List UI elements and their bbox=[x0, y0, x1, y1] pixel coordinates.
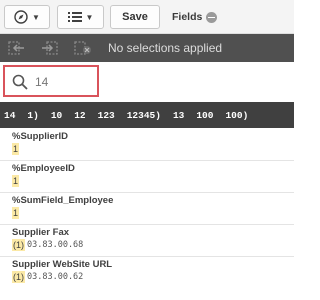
match-highlight: 1 bbox=[12, 207, 20, 219]
search-icon bbox=[12, 74, 28, 90]
search-area bbox=[0, 62, 294, 102]
search-term[interactable]: 100 bbox=[196, 110, 213, 121]
divider bbox=[0, 160, 294, 161]
selection-bar: No selections applied bbox=[0, 34, 294, 62]
search-term[interactable]: 10 bbox=[51, 110, 62, 121]
list-icon bbox=[67, 12, 82, 22]
clear-selections-icon[interactable] bbox=[74, 41, 92, 55]
result-item[interactable]: Supplier WebSite URL (1) 03.83.00.62 bbox=[12, 259, 282, 283]
search-term[interactable]: 12 bbox=[74, 110, 85, 121]
search-term[interactable]: 13 bbox=[173, 110, 184, 121]
fields-label: Fields bbox=[172, 11, 203, 23]
result-value-text: 03.83.00.62 bbox=[27, 272, 84, 282]
result-item[interactable]: %SupplierID 1 bbox=[12, 131, 282, 155]
divider bbox=[0, 224, 294, 225]
result-item[interactable]: Supplier Fax (1) 03.83.00.68 bbox=[12, 227, 282, 251]
search-input[interactable] bbox=[35, 73, 95, 91]
result-value: 1 bbox=[12, 175, 282, 187]
fields-toggle[interactable]: Fields bbox=[172, 11, 218, 23]
search-results-list: %SupplierID 1 %EmployeeID 1 %SumField_Employ… bbox=[0, 128, 294, 300]
match-highlight: (1) bbox=[12, 239, 25, 251]
divider bbox=[0, 256, 294, 257]
compass-button[interactable]: ▼ bbox=[4, 5, 50, 29]
search-term[interactable]: 100) bbox=[225, 110, 248, 121]
search-term[interactable]: 123 bbox=[98, 110, 115, 121]
result-item[interactable]: %SumField_Employee 1 bbox=[12, 195, 282, 219]
search-term[interactable]: 12345) bbox=[127, 110, 161, 121]
result-item[interactable]: %EmployeeID 1 bbox=[12, 163, 282, 187]
search-box[interactable] bbox=[3, 65, 99, 97]
match-highlight: 1 bbox=[12, 175, 20, 187]
search-terms-bar: 14 1) 10 12 123 12345) 13 100 100) bbox=[0, 102, 294, 128]
result-field-name: Supplier WebSite URL bbox=[12, 259, 113, 270]
result-value: (1) 03.83.00.68 bbox=[12, 239, 282, 251]
chevron-down-icon: ▼ bbox=[85, 12, 94, 22]
result-value: 1 bbox=[12, 143, 282, 155]
match-highlight: (1) bbox=[12, 271, 25, 283]
match-highlight: 1 bbox=[12, 143, 20, 155]
result-value: (1) 03.83.00.62 bbox=[12, 271, 282, 283]
result-field-name: Supplier Fax bbox=[12, 227, 70, 238]
result-value: 1 bbox=[12, 207, 282, 219]
result-field-name: %SumField_Employee bbox=[12, 195, 114, 206]
save-button[interactable]: Save bbox=[110, 5, 160, 29]
step-forward-icon[interactable] bbox=[40, 41, 58, 55]
search-term[interactable]: 14 bbox=[4, 110, 15, 121]
chevron-down-icon: ▼ bbox=[32, 12, 40, 22]
toolbar: ▼ ▼ Save Fields bbox=[0, 0, 294, 34]
list-menu-button[interactable]: ▼ bbox=[57, 5, 104, 29]
compass-icon bbox=[14, 10, 28, 24]
result-value-text: 03.83.00.68 bbox=[27, 240, 84, 250]
step-back-icon[interactable] bbox=[8, 41, 26, 55]
no-selections-text: No selections applied bbox=[108, 41, 223, 55]
collapse-icon bbox=[206, 11, 218, 23]
result-field-name: %EmployeeID bbox=[12, 163, 75, 174]
search-term[interactable]: 1) bbox=[27, 110, 38, 121]
result-field-name: %SupplierID bbox=[12, 131, 68, 142]
divider bbox=[0, 192, 294, 193]
